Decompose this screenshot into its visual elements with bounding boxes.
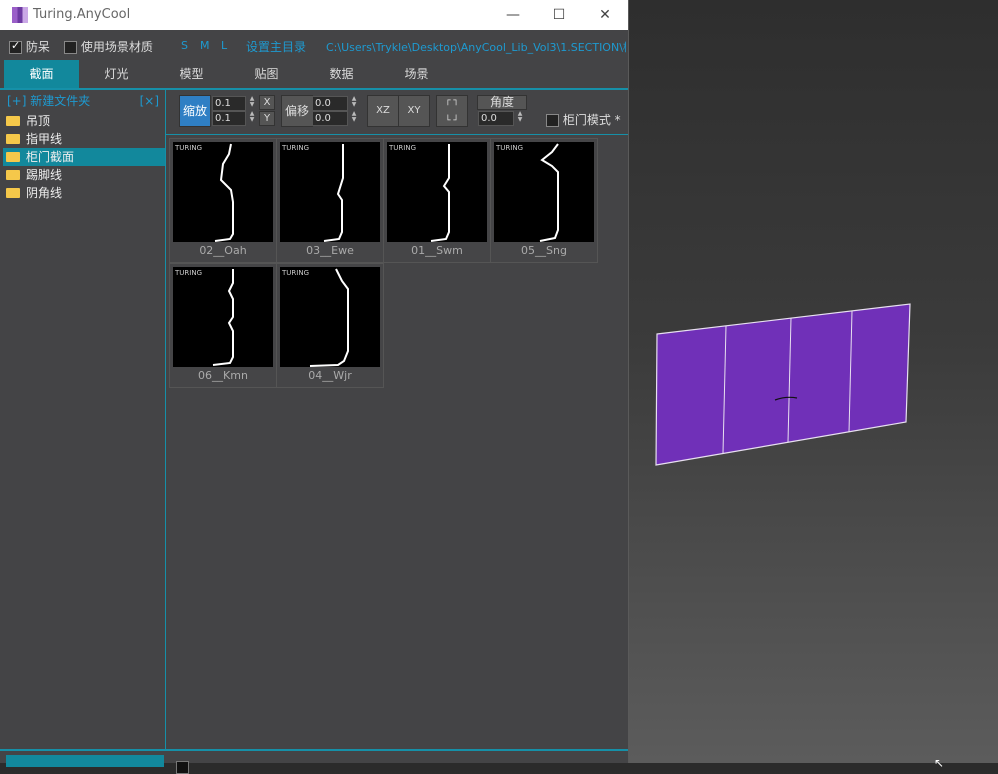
angle-input[interactable]: 0.0 <box>478 111 514 126</box>
scene-material-label: 使用场景材质 <box>80 40 153 54</box>
mirror-corners-icon[interactable]: ┌ ┐ └ ┘ <box>436 95 468 127</box>
sidebar-item-nail-line[interactable]: 指甲线 <box>3 130 165 148</box>
app-logo-icon <box>12 7 28 23</box>
thumbnail-card[interactable]: TURING 01__Swm <box>383 138 491 263</box>
remove-folder-button[interactable]: [×] <box>140 90 159 112</box>
folder-sidebar: [+] 新建文件夹 [×] 吊顶 指甲线 柜门截面 踢脚线 阴角线 <box>3 90 166 750</box>
sidebar-header: [+] 新建文件夹 [×] <box>3 90 165 112</box>
checkbox-unchecked-icon[interactable] <box>546 114 559 127</box>
xz-plane-button[interactable]: XZ <box>367 95 399 127</box>
profile-preview-image: TURING <box>280 142 380 242</box>
cabinet-door-panel <box>655 303 911 466</box>
scene-material-toggle[interactable]: 使用场景材质 <box>64 38 153 55</box>
spinner-arrows-icon[interactable]: ▲ ▼ <box>247 111 257 124</box>
folder-label: 柜门截面 <box>26 150 75 164</box>
scale-button[interactable]: 缩放 <box>179 95 211 127</box>
thumbnail-caption: 05__Sng <box>521 244 567 257</box>
scale-x-input[interactable]: 0.1 <box>212 96 246 111</box>
folder-icon <box>6 169 20 180</box>
sidebar-item-baseboard[interactable]: 踢脚线 <box>3 166 165 184</box>
folder-icon <box>6 151 20 162</box>
anti-stuck-toggle[interactable]: 防呆 <box>9 38 50 55</box>
thumbnail-caption: 06__Kmn <box>198 369 248 382</box>
offset-button[interactable]: 偏移 <box>281 95 313 127</box>
cabinet-mode-label: 柜门模式 * <box>562 113 621 127</box>
folder-icon <box>6 115 20 126</box>
maximize-button[interactable]: ☐ <box>536 0 582 30</box>
tab-scene[interactable]: 场景 <box>379 60 454 88</box>
thumbnail-card[interactable]: TURING 03__Ewe <box>276 138 384 263</box>
spinner-arrows-icon[interactable]: ▲ ▼ <box>349 111 359 124</box>
thumbnail-card[interactable]: TURING 04__Wjr <box>276 263 384 388</box>
tab-model[interactable]: 模型 <box>154 60 229 88</box>
viewport-canvas[interactable] <box>628 0 998 763</box>
thumbnail-caption: 01__Swm <box>411 244 463 257</box>
folder-label: 吊顶 <box>26 114 51 128</box>
sidebar-item-cabinet-door-section[interactable]: 柜门截面 <box>3 148 165 166</box>
viewport-3d[interactable] <box>628 0 998 763</box>
offset-y-input[interactable]: 0.0 <box>312 111 348 126</box>
category-tabs: 截面 灯光 模型 贴图 数据 场景 <box>0 60 628 90</box>
sidebar-item-cornice[interactable]: 阴角线 <box>3 184 165 202</box>
size-l-button[interactable]: L <box>221 39 227 52</box>
checkbox-unchecked-icon[interactable] <box>64 41 77 54</box>
spinner-arrows-icon[interactable]: ▲ ▼ <box>349 96 359 109</box>
folder-label: 指甲线 <box>26 132 63 146</box>
anycool-window: Turing.AnyCool — ☐ ✕ 防呆 使用场景材质 S M L 设置主… <box>0 0 629 774</box>
tab-light[interactable]: 灯光 <box>79 60 154 88</box>
checkbox-checked-icon[interactable] <box>9 39 22 54</box>
profile-preview-image: TURING <box>280 267 380 367</box>
folder-icon <box>6 187 20 198</box>
size-s-button[interactable]: S <box>181 39 188 52</box>
bottom-action-button[interactable] <box>6 755 164 767</box>
spinner-arrows-icon[interactable]: ▲ ▼ <box>247 96 257 109</box>
folder-label: 踢脚线 <box>26 168 63 182</box>
tab-data[interactable]: 数据 <box>304 60 379 88</box>
thumbnail-card[interactable]: TURING 02__Oah <box>169 138 277 263</box>
y-axis-button[interactable]: Y <box>259 111 275 126</box>
mouse-cursor-icon: ↖ <box>934 756 945 770</box>
profile-preview-image: TURING <box>173 267 273 367</box>
anti-stuck-label: 防呆 <box>25 40 50 54</box>
thumbnail-caption: 03__Ewe <box>306 244 354 257</box>
folder-label: 阴角线 <box>26 186 63 200</box>
spinner-arrows-icon[interactable]: ▲ ▼ <box>515 111 525 124</box>
offset-x-input[interactable]: 0.0 <box>312 96 348 111</box>
angle-label: 角度 <box>477 95 527 110</box>
close-button[interactable]: ✕ <box>582 0 628 30</box>
thumbnail-caption: 04__Wjr <box>308 369 352 382</box>
profile-preview-image: TURING <box>173 142 273 242</box>
library-path: C:\Users\Trykle\Desktop\AnyCool_Lib_Vol3… <box>326 41 626 54</box>
set-main-dir-link[interactable]: 设置主目录 <box>246 38 306 55</box>
tab-texture[interactable]: 贴图 <box>229 60 304 88</box>
sidebar-item-ceiling[interactable]: 吊顶 <box>3 112 165 130</box>
xy-plane-button[interactable]: XY <box>398 95 430 127</box>
folder-icon <box>6 133 20 144</box>
title-bar: Turing.AnyCool — ☐ ✕ <box>0 0 628 30</box>
profile-preview-image: TURING <box>494 142 594 242</box>
options-bar: 防呆 使用场景材质 S M L 设置主目录 C:\Users\Trykle\De… <box>0 30 628 60</box>
window-title: Turing.AnyCool <box>33 7 131 22</box>
thumbnail-caption: 02__Oah <box>199 244 247 257</box>
transform-toolbar: 缩放 0.1 ▲ ▼ 0.1 ▲ ▼ X Y 偏移 0.0 ▲ ▼ 0.0 ▲ ▼ XZ… <box>166 90 628 135</box>
tab-section[interactable]: 截面 <box>4 60 79 88</box>
thumbnail-card[interactable]: TURING 06__Kmn <box>169 263 277 388</box>
size-m-button[interactable]: M <box>200 39 210 52</box>
cabinet-mode-toggle[interactable]: 柜门模式 * <box>546 111 621 128</box>
minimize-button[interactable]: — <box>490 0 536 30</box>
new-folder-button[interactable]: [+] 新建文件夹 <box>3 94 90 108</box>
scale-y-input[interactable]: 0.1 <box>212 111 246 126</box>
x-axis-button[interactable]: X <box>259 95 275 110</box>
thumbnail-card[interactable]: TURING 05__Sng <box>490 138 598 263</box>
profile-preview-image: TURING <box>387 142 487 242</box>
